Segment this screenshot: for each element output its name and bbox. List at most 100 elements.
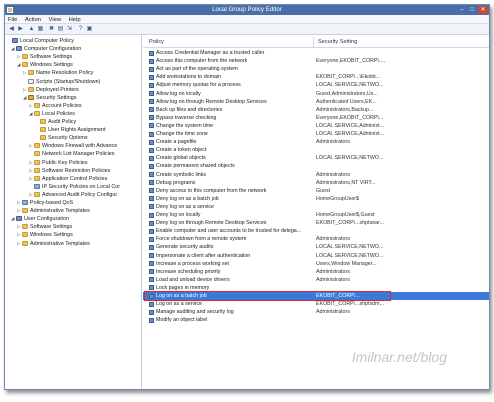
tree-item[interactable]: ▷ Policy-based QoS	[17, 199, 73, 207]
menu-view[interactable]: View	[46, 15, 64, 24]
policy-row[interactable]: Deny log on as a batch job HomeGroupUser$	[143, 195, 489, 203]
tree-item[interactable]: Audit Policy	[35, 118, 76, 126]
properties-icon[interactable]: ▤	[57, 26, 64, 33]
tree-item-label: Network List Manager Policies	[42, 151, 115, 158]
policy-setting-icon	[149, 50, 154, 56]
tree-item[interactable]: ▷ Name Resolution Policy	[23, 69, 93, 77]
policy-row[interactable]: Lock pages in memory	[143, 284, 489, 292]
policy-row[interactable]: Deny access to this computer from the ne…	[143, 187, 489, 195]
policy-setting-icon	[149, 91, 154, 96]
policy-name: Add workstations to domain	[156, 74, 222, 81]
policy-row[interactable]: Deny log on through Remote Desktop Servi…	[143, 219, 489, 227]
tree-item[interactable]: ◢ Security Settings	[23, 94, 76, 102]
column-header-security-setting[interactable]: Security Setting	[318, 37, 357, 47]
column-header-policy[interactable]: Policy	[149, 37, 164, 47]
tree-item[interactable]: Security Options	[35, 134, 88, 142]
policy-row[interactable]: Enable computer and user accounts to be …	[143, 227, 489, 235]
policy-row[interactable]: Manage auditing and security log Administ…	[143, 308, 489, 316]
policy-row[interactable]: Bypass traverse checking Everyone,EKOBIT_…	[143, 114, 489, 122]
forward-icon[interactable]: ▶	[17, 26, 24, 33]
tree-item[interactable]: ▷ Account Policies	[29, 102, 82, 110]
policy-row[interactable]: Allow log on locally Guest,Administrators…	[143, 90, 489, 98]
policy-row[interactable]: Debug programs Administrators,NT VIRT...	[143, 179, 489, 187]
policy-row[interactable]: Generate security audits LOCAL SERVICE,NE…	[143, 243, 489, 251]
back-icon[interactable]: ◀	[8, 26, 15, 33]
export-list-icon[interactable]: ⇲	[66, 26, 73, 33]
policy-row[interactable]: Act as part of the operating system	[143, 65, 489, 73]
header-divider	[143, 47, 489, 48]
policy-row[interactable]: Create a pagefile Administrators	[143, 138, 489, 146]
policy-setting-icon	[149, 277, 154, 283]
policy-row[interactable]: Access Credential Manager as a trusted c…	[143, 49, 489, 57]
up-folder-icon[interactable]: ▲	[28, 26, 35, 33]
menu-file[interactable]: File	[5, 15, 20, 24]
policy-row[interactable]: Adjust memory quotas for a process LOCAL …	[143, 81, 489, 89]
policy-row[interactable]: Allow log on through Remote Desktop Serv…	[143, 98, 489, 106]
tree-item[interactable]: ▷ Software Settings	[17, 53, 72, 61]
policy-row[interactable]: Deny log on locally HomeGroupUser$,Guest	[143, 211, 489, 219]
maximize-icon[interactable]: □	[467, 6, 477, 14]
show-hide-tree-icon[interactable]: ▦	[37, 26, 44, 33]
help-icon[interactable]: ?	[77, 26, 84, 33]
policy-row[interactable]: Add workstations to domain EKOBIT_CORP\..…	[143, 73, 489, 81]
policy-row[interactable]: Increase scheduling priority Administrato…	[143, 268, 489, 276]
tree-item[interactable]: ◢ User Configuration	[11, 215, 69, 223]
tree-item[interactable]: ▷ Windows Firewall with Advance	[29, 142, 117, 150]
tree-item[interactable]: ▷ Administrative Templates	[17, 240, 90, 248]
tree-item-label: Public Key Policies	[42, 159, 88, 166]
menu-help[interactable]: Help	[66, 15, 84, 24]
folder-icon	[22, 224, 28, 230]
tree-item[interactable]: ▷ Deployed Printers	[23, 86, 79, 94]
tree-item-label: Security Options	[48, 135, 88, 142]
tree-item[interactable]: ▷ Software Restriction Policies	[29, 167, 110, 175]
tree-item[interactable]: Scripts (Startup/Shutdown)	[23, 78, 100, 86]
policy-row[interactable]: Change the time zone LOCAL SERVICE,Admini…	[143, 130, 489, 138]
policy-name: Deny access to this computer from the ne…	[156, 187, 267, 194]
policy-row[interactable]: Deny log on as a service	[143, 203, 489, 211]
policy-row[interactable]: Create permanent shared objects	[143, 162, 489, 170]
delete-icon[interactable]: ✖	[48, 26, 55, 33]
minimize-icon[interactable]: –	[457, 6, 467, 14]
policy-row[interactable]: Increase a process working set Users,Wind…	[143, 260, 489, 268]
policy-row[interactable]: Create symbolic links Administrators	[143, 171, 489, 179]
policy-name: Impersonate a client after authenticatio…	[156, 252, 251, 259]
menu-action[interactable]: Action	[22, 15, 44, 24]
folder-icon	[40, 127, 46, 133]
policy-row[interactable]: Load and unload device drivers Administra…	[143, 276, 489, 284]
view-icon[interactable]: ▣	[86, 26, 93, 33]
policy-row[interactable]: Log on as a batch job EKOBIT_CORP\...	[143, 292, 489, 301]
tree-item[interactable]: ▷ Application Control Policies	[29, 175, 107, 183]
policy-name: Change the time zone	[156, 131, 208, 137]
tree-item[interactable]: ◢ Local Policies	[29, 110, 75, 118]
tree-item[interactable]: ▷ Administrative Templates	[17, 207, 90, 215]
policy-row[interactable]: Create global objects LOCAL SERVICE,NETWO…	[143, 154, 489, 162]
tree-item[interactable]: IP Security Policies on Local Cor	[29, 183, 120, 191]
security-setting-value: Administrators	[316, 139, 350, 146]
policy-row[interactable]: Force shutdown from a remote system Admin…	[143, 235, 489, 243]
tree-item[interactable]: ◢ Computer Configuration	[11, 45, 81, 53]
tree-item[interactable]: ▷ Advanced Audit Policy Configur	[29, 191, 117, 199]
policy-name: Bypass traverse checking	[156, 114, 217, 121]
policy-setting-icon	[149, 188, 154, 194]
tree-item-label: Software Settings	[30, 224, 73, 231]
tree-item-label: Deployed Printers	[36, 86, 79, 93]
policy-row[interactable]: Modify an object label	[143, 316, 489, 324]
policy-row[interactable]: Back up files and directories Administrat…	[143, 106, 489, 114]
policy-row[interactable]: Create a token object	[143, 146, 489, 154]
watermark-text: Imilnar.net/blog	[351, 349, 447, 365]
tree-item[interactable]: Network List Manager Policies	[29, 150, 115, 158]
policy-setting-icon	[149, 180, 154, 186]
tree-item[interactable]: ▷ Public Key Policies	[29, 159, 88, 167]
policy-row[interactable]: Impersonate a client after authenticatio…	[143, 252, 489, 260]
tree-item-label: Local Policies	[42, 110, 75, 117]
tree-item[interactable]: Local Computer Policy	[7, 37, 74, 45]
policy-row[interactable]: Log on as a service EKOBIT_CORP\...shptsd…	[143, 300, 489, 308]
column-divider[interactable]	[313, 37, 314, 47]
policy-row[interactable]: Change the system time LOCAL SERVICE,Admi…	[143, 122, 489, 130]
tree-item[interactable]: ▷ Windows Settings	[17, 231, 73, 239]
tree-item[interactable]: ◢ Windows Settings	[17, 61, 73, 69]
policy-row[interactable]: Access this computer from the network Eve…	[143, 57, 489, 65]
close-icon[interactable]: ✕	[478, 6, 488, 14]
tree-item[interactable]: User Rights Assignment	[35, 126, 106, 134]
tree-item[interactable]: ▷ Software Settings	[17, 223, 72, 231]
